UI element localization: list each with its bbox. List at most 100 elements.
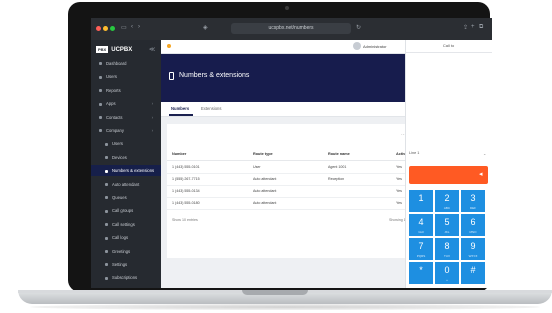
sidebar-item[interactable]: Call settings (91, 219, 161, 230)
nav-icon (105, 276, 108, 280)
nav-icon (105, 249, 108, 253)
column-header-route-name[interactable]: Route name (328, 152, 350, 156)
table-cell: User (253, 165, 261, 169)
brand-logo: PBX (96, 46, 109, 53)
table-cell: Auto attendant (253, 189, 277, 193)
sidebar-item-label: Greetings (112, 248, 131, 254)
sidebar-item[interactable]: Contacts › (91, 112, 161, 123)
sidebar-item-label: Settings (112, 262, 128, 267)
nav-icon (99, 89, 102, 93)
sidebar-item[interactable]: Users (91, 138, 161, 149)
keypad-key[interactable]: 3 DEF (461, 190, 485, 212)
sidebar-item-label: Call groups (112, 208, 134, 214)
sidebar-item[interactable]: Auto attendant (91, 179, 161, 190)
keypad-digit: 6 (470, 217, 476, 227)
back-arrow-icon[interactable]: ‹ (131, 24, 133, 30)
sidebar-item[interactable]: Dashboard (91, 58, 161, 69)
keypad-letters: PQRS (416, 254, 426, 258)
keypad-letters: WXYZ (468, 254, 478, 258)
notification-dot-icon[interactable] (167, 44, 171, 48)
table-cell: Auto attendant (253, 201, 277, 205)
camera (285, 6, 289, 10)
laptop-shadow (30, 304, 540, 310)
sidebar-item[interactable]: Users (91, 71, 161, 82)
table-row[interactable] (167, 197, 407, 210)
sidebar-item[interactable]: Numbers & extensions (91, 165, 161, 177)
table-cell: 1 (443) 555-0134 (172, 189, 200, 193)
keypad-key[interactable]: 9 WXYZ (461, 238, 485, 260)
sidebar-item-label: Users (106, 74, 117, 80)
line-selector[interactable]: Line 1 (409, 151, 419, 155)
sidebar-item[interactable]: Subscriptions (91, 272, 161, 283)
keypad-digit: 1 (418, 193, 424, 203)
column-header-number[interactable]: Number (172, 152, 186, 156)
nav-icon (105, 236, 108, 240)
tab-extensions[interactable]: Extensions (201, 106, 221, 111)
new-tab-icon[interactable]: + (471, 24, 475, 30)
keypad-digit: 9 (470, 241, 476, 251)
sidebar-item-label: Subscriptions (112, 275, 138, 281)
share-icon[interactable]: ⇪ (463, 24, 468, 31)
keypad-letters: JKL (444, 230, 450, 234)
avatar[interactable] (353, 42, 361, 50)
keypad-key[interactable]: 0 + (435, 262, 459, 284)
sidebar-item[interactable]: Devices (91, 152, 161, 163)
maximize-window-button[interactable] (110, 26, 115, 31)
table-cell: Yes (396, 165, 402, 169)
sidebar-item[interactable]: Apps › (91, 98, 161, 109)
keypad-key[interactable]: * (409, 262, 433, 284)
brand-name: UCPBX (111, 47, 133, 53)
sidebar-item-label: Users (112, 141, 123, 147)
keypad-key[interactable]: 7 PQRS (409, 238, 433, 260)
keypad-digit: # (470, 265, 476, 275)
minimize-window-button[interactable] (103, 26, 108, 31)
sidebar-item[interactable]: Company › (91, 125, 161, 136)
keypad-digit: 5 (444, 217, 450, 227)
nav-icon (99, 75, 102, 79)
sidebar-item[interactable]: Settings (91, 259, 161, 270)
keypad-key[interactable]: 5 JKL (435, 214, 459, 236)
privacy-shield-icon[interactable]: ◈ (203, 24, 208, 31)
keypad-key[interactable]: 4 GHI (409, 214, 433, 236)
table-cell: Agent 1001 (328, 165, 347, 169)
nav-icon (105, 142, 108, 146)
active-tab-indicator (169, 114, 193, 116)
sidebar-item[interactable]: Reports (91, 85, 161, 96)
collapse-sidebar-icon[interactable]: ≪ (149, 46, 155, 53)
keypad-letters: TUV (444, 254, 450, 258)
keypad-key[interactable]: 2 ABC (435, 190, 459, 212)
sidebar-toggle-icon[interactable]: ▭ (121, 24, 127, 31)
nav-icon (99, 129, 102, 133)
keypad-digit: 0 (444, 265, 450, 275)
sidebar-item[interactable]: Queues (91, 192, 161, 203)
tab-numbers[interactable]: Numbers (171, 106, 189, 111)
nav-icon (99, 102, 102, 106)
keypad-key[interactable]: # (461, 262, 485, 284)
nav-icon (105, 156, 108, 160)
close-window-button[interactable] (96, 26, 101, 31)
sidebar-item[interactable]: Call logs (91, 232, 161, 243)
table-header (167, 150, 407, 161)
keypad-key[interactable]: 8 TUV (435, 238, 459, 260)
nav-icon (105, 209, 108, 213)
chevron-right-icon: › (151, 101, 153, 107)
entries-selector[interactable]: Show 10 entries (172, 218, 198, 222)
keypad-key[interactable]: 6 MNO (461, 214, 485, 236)
dial-number-input[interactable] (409, 166, 488, 184)
user-name[interactable]: Administrator (363, 44, 387, 49)
keypad-digit: * (419, 265, 423, 275)
address-bar[interactable]: ucspbx.net/numbers (231, 23, 351, 34)
column-header-route-type[interactable]: Route type (253, 152, 273, 156)
sidebar-item[interactable]: Call groups (91, 205, 161, 216)
forward-arrow-icon[interactable]: › (138, 24, 140, 30)
chevron-right-icon: › (151, 128, 153, 133)
sidebar-item[interactable]: Greetings (91, 246, 161, 257)
tab-overview-icon[interactable]: ⧉ (479, 24, 483, 31)
backspace-icon[interactable]: ◂ (479, 170, 483, 178)
keypad-digit: 4 (418, 217, 424, 227)
chevron-down-icon[interactable]: ⌄ (483, 151, 486, 156)
reload-icon[interactable]: ↻ (356, 24, 361, 31)
keypad-letters: GHI (418, 230, 424, 234)
keypad-key[interactable]: 1 (409, 190, 433, 212)
keypad-digit: 8 (444, 241, 450, 251)
